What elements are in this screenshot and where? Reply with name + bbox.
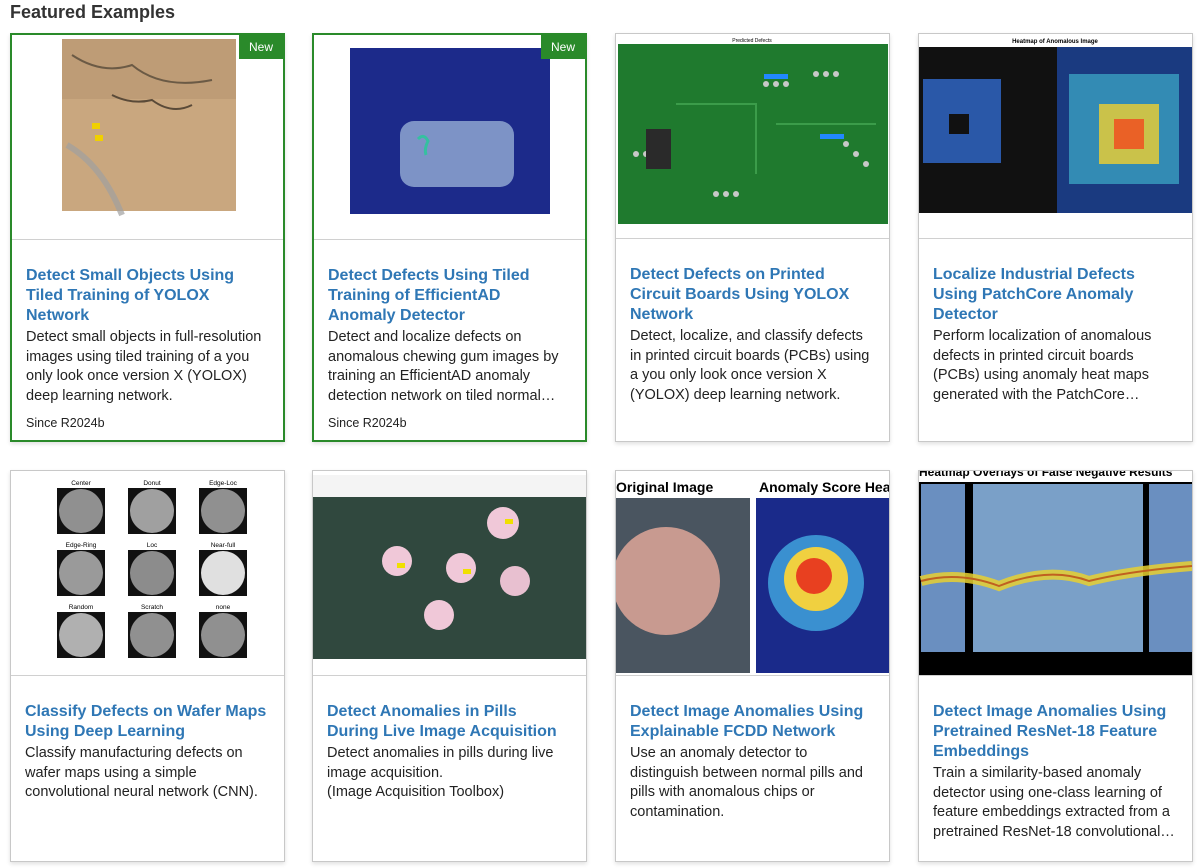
wafer-label: Edge-Ring (66, 542, 97, 549)
release-label: Since R2024b (26, 416, 105, 430)
wafer-label: Center (71, 480, 91, 487)
fcdd-pills-image: Original Image Anomaly Score Hea (616, 471, 889, 675)
card-title-link[interactable]: Detect Anomalies in Pills During Live Im… (327, 702, 572, 742)
example-card[interactable]: Predicted Defects Detect Defects on Prin… (615, 33, 890, 442)
card-thumbnail[interactable] (313, 471, 586, 676)
image-caption: Heatmap Overlays of False Negative Resul… (919, 471, 1173, 479)
pcb-image: Predicted Defects (616, 34, 889, 238)
card-title-link[interactable]: Classify Defects on Wafer Maps Using Dee… (25, 702, 270, 742)
resnet-heatmap-image: Heatmap Overlays of False Negative Resul… (919, 471, 1192, 675)
wafer-label: Edge-Loc (209, 480, 238, 487)
card-thumbnail[interactable]: Predicted Defects (616, 34, 889, 239)
card-description: Classify manufacturing defects on wafer … (25, 745, 258, 800)
wafer-label: none (216, 604, 231, 611)
product-note: (Image Acquisition Toolbox) (327, 784, 505, 800)
card-description: Perform localization of anomalous defect… (933, 328, 1152, 403)
card-description: Train a similarity-based anomaly detecto… (933, 765, 1175, 840)
wafer-label: Scratch (141, 604, 163, 611)
card-title-link[interactable]: Detect Defects Using Tiled Training of E… (328, 266, 571, 326)
card-title-link[interactable]: Detect Defects on Printed Circuit Boards… (630, 265, 875, 325)
example-card[interactable]: Detect Anomalies in Pills During Live Im… (312, 470, 587, 862)
card-description: Detect small objects in full-resolution … (26, 329, 262, 404)
new-badge: New (540, 35, 585, 59)
example-card[interactable]: Heatmap of Anomalous Image Localize Indu… (918, 33, 1193, 442)
pills-image (313, 471, 586, 675)
card-thumbnail[interactable]: New (12, 35, 283, 240)
example-card[interactable]: Heatmap Overlays of False Negative Resul… (918, 470, 1193, 862)
image-label-heatmap: Anomaly Score Hea (759, 479, 889, 495)
release-label: Since R2024b (328, 416, 407, 430)
chewing-gum-image (350, 48, 550, 214)
card-thumbnail[interactable]: Heatmap of Anomalous Image (919, 34, 1192, 239)
section-title: Featured Examples (10, 2, 176, 22)
card-description: Detect anomalies in pills during live im… (327, 744, 572, 803)
description-text: Detect anomalies in pills during live im… (327, 745, 554, 781)
example-card[interactable]: New Detect Defects Using Tiled Training … (312, 33, 587, 442)
desert-image (62, 39, 236, 217)
card-title-link[interactable]: Detect Image Anomalies Using Explainable… (630, 702, 875, 742)
card-thumbnail[interactable]: New (314, 35, 585, 240)
wafer-label: Near-full (211, 542, 236, 549)
image-label-original: Original Image (616, 479, 713, 495)
wafer-maps-image: Center Donut Edge-Loc Edge-Ring Loc Near… (57, 480, 247, 658)
example-card[interactable]: Center Donut Edge-Loc Edge-Ring Loc Near… (10, 470, 285, 862)
image-caption: Predicted Defects (732, 38, 772, 44)
card-thumbnail[interactable]: Heatmap Overlays of False Negative Resul… (919, 471, 1192, 676)
card-thumbnail[interactable]: Center Donut Edge-Loc Edge-Ring Loc Near… (11, 471, 284, 676)
card-title-link[interactable]: Detect Small Objects Using Tiled Trainin… (26, 266, 269, 326)
wafer-label: Loc (147, 542, 158, 549)
new-badge: New (238, 35, 283, 59)
card-description: Use an anomaly detector to distinguish b… (630, 745, 863, 820)
wafer-label: Random (69, 604, 94, 611)
card-description: Detect and localize defects on anomalous… (328, 329, 559, 404)
example-card[interactable]: Original Image Anomaly Score Hea Detect … (615, 470, 890, 862)
heatmap-pcb-image: Heatmap of Anomalous Image (919, 34, 1192, 238)
example-card[interactable]: New Detect Small Objects Using Tiled Tra… (10, 33, 285, 442)
card-description: Detect, localize, and classify defects i… (630, 328, 870, 403)
card-title-link[interactable]: Detect Image Anomalies Using Pretrained … (933, 702, 1178, 762)
image-caption: Heatmap of Anomalous Image (1012, 39, 1098, 45)
card-title-link[interactable]: Localize Industrial Defects Using PatchC… (933, 265, 1178, 325)
card-thumbnail[interactable]: Original Image Anomaly Score Hea (616, 471, 889, 676)
wafer-label: Donut (143, 480, 161, 487)
